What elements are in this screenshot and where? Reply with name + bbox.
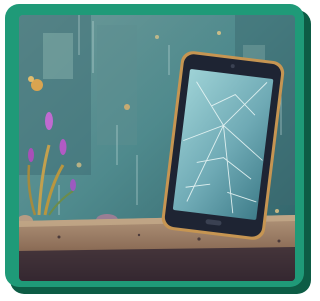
- bokeh-light: [155, 35, 159, 39]
- illustration-scene: [19, 15, 295, 281]
- blurred-window-light: [43, 33, 73, 79]
- bokeh-light: [217, 31, 221, 35]
- smartphone: [161, 51, 285, 240]
- cracked-phone-illustration: [19, 15, 295, 281]
- cracked-screen: [172, 69, 274, 220]
- bokeh-light: [28, 76, 34, 82]
- bokeh-light: [124, 104, 130, 110]
- bokeh-light: [275, 209, 279, 213]
- bokeh-light: [76, 162, 82, 168]
- image-card[interactable]: [5, 4, 304, 287]
